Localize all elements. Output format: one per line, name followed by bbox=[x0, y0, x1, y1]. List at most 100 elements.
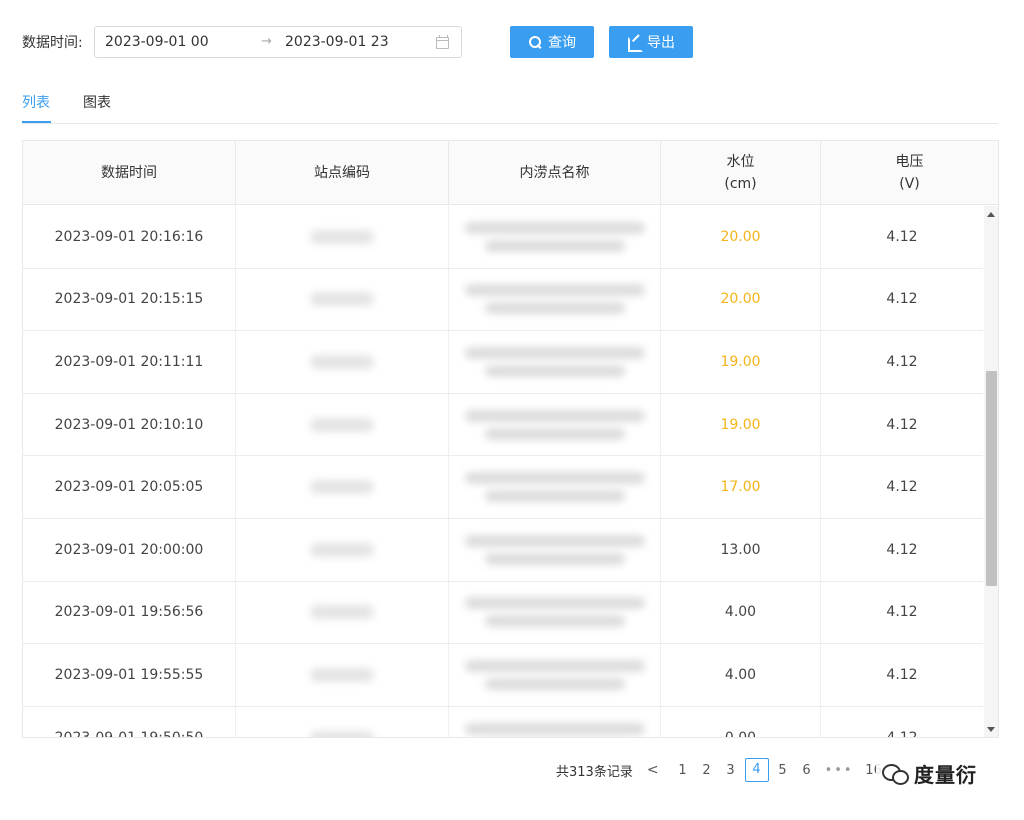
page-5[interactable]: 5 bbox=[771, 763, 795, 778]
redacted-code bbox=[310, 292, 374, 307]
cell-name bbox=[449, 331, 661, 393]
scroll-up-icon[interactable] bbox=[987, 212, 995, 217]
pagination-ellipsis[interactable]: ••• bbox=[825, 763, 854, 778]
tab-chart[interactable]: 图表 bbox=[83, 92, 111, 112]
calendar-icon[interactable] bbox=[436, 35, 449, 49]
page-4-current[interactable]: 4 bbox=[744, 758, 769, 782]
col-header-time[interactable]: 数据时间 bbox=[23, 141, 236, 205]
query-button[interactable]: 查询 bbox=[510, 26, 594, 58]
cell-voltage: 4.12 bbox=[886, 353, 918, 370]
cell-time: 2023-09-01 20:16:16 bbox=[23, 206, 236, 268]
redacted-name bbox=[464, 722, 645, 737]
cell-name bbox=[449, 206, 661, 268]
cell-code bbox=[236, 644, 449, 706]
pagination-total: 共313条记录 bbox=[556, 764, 633, 780]
table-row[interactable]: 2023-09-01 20:15:15 20.00 4.12 bbox=[23, 268, 983, 332]
cell-code bbox=[236, 393, 449, 456]
filter-bar: 数据时间: 2023-09-01 00 → 2023-09-01 23 bbox=[22, 26, 462, 58]
export-button[interactable]: 导出 bbox=[609, 26, 693, 58]
table-row[interactable]: 2023-09-01 19:55:55 4.00 4.12 bbox=[23, 644, 983, 707]
cell-level: 20.00 bbox=[661, 268, 821, 331]
redacted-code bbox=[310, 417, 374, 432]
cell-time: 2023-09-01 19:55:55 bbox=[23, 644, 236, 706]
cell-voltage: 4.12 bbox=[886, 291, 918, 308]
page-6[interactable]: 6 bbox=[795, 763, 819, 778]
start-date-input[interactable]: 2023-09-01 00 bbox=[105, 34, 209, 50]
data-table: 数据时间 站点编码 内涝点名称 水位 (cm) 电压 (V) 2023-09-0… bbox=[22, 140, 999, 738]
cell-time: 2023-09-01 20:15:15 bbox=[23, 268, 236, 331]
redacted-code bbox=[310, 542, 374, 557]
redacted-name bbox=[464, 659, 645, 690]
cell-voltage: 4.12 bbox=[886, 729, 918, 738]
query-button-label: 查询 bbox=[548, 35, 576, 51]
cell-voltage: 4.12 bbox=[886, 541, 918, 558]
watermark-text: 度量衍 bbox=[914, 762, 977, 787]
col-header-level-label: 水位 bbox=[726, 154, 755, 170]
table-row[interactable]: 2023-09-01 19:50:50 0.00 4.12 bbox=[23, 706, 983, 738]
end-date-input[interactable]: 2023-09-01 23 bbox=[285, 34, 389, 50]
col-header-voltage-unit: (V) bbox=[899, 176, 920, 192]
cell-level: 19.00 bbox=[661, 331, 821, 393]
cell-code bbox=[236, 331, 449, 393]
view-tabs: 列表 图表 bbox=[22, 88, 998, 124]
cell-level: 0.00 bbox=[661, 706, 821, 737]
table-row[interactable]: 2023-09-01 20:10:10 19.00 4.12 bbox=[23, 393, 983, 457]
cell-name bbox=[449, 519, 661, 581]
redacted-code bbox=[310, 354, 374, 369]
tab-list[interactable]: 列表 bbox=[22, 92, 50, 112]
col-header-code-label: 站点编码 bbox=[314, 165, 370, 181]
cell-time: 2023-09-01 20:10:10 bbox=[23, 393, 236, 456]
wechat-icon bbox=[882, 762, 909, 785]
redacted-name bbox=[464, 409, 645, 440]
date-range-picker[interactable]: 2023-09-01 00 → 2023-09-01 23 bbox=[94, 26, 462, 58]
active-tab-indicator bbox=[22, 121, 51, 123]
table-row[interactable]: 2023-09-01 19:56:56 4.00 4.12 bbox=[23, 581, 983, 645]
table-row[interactable]: 2023-09-01 20:16:16 20.00 4.12 bbox=[23, 206, 983, 269]
pagination: 共313条记录 < 1 2 3 4 5 6 ••• 16 bbox=[556, 758, 886, 782]
cell-time: 2023-09-01 20:05:05 bbox=[23, 456, 236, 518]
search-icon bbox=[528, 35, 542, 49]
table-body: 2023-09-01 20:16:16 20.00 4.12 2023-09-01 2… bbox=[23, 206, 983, 738]
table-row[interactable]: 2023-09-01 20:11:11 19.00 4.12 bbox=[23, 331, 983, 394]
redacted-code bbox=[310, 229, 374, 244]
export-button-label: 导出 bbox=[647, 35, 675, 51]
col-header-level[interactable]: 水位 (cm) bbox=[661, 141, 821, 205]
prev-page-button[interactable]: < bbox=[647, 762, 659, 778]
table-row[interactable]: 2023-09-01 20:05:05 17.00 4.12 bbox=[23, 456, 983, 519]
watermark: 度量衍 bbox=[876, 756, 983, 790]
col-header-name[interactable]: 内涝点名称 bbox=[449, 141, 661, 205]
cell-level: 17.00 bbox=[661, 456, 821, 518]
col-header-voltage-label: 电压 bbox=[895, 154, 924, 170]
cell-name bbox=[449, 456, 661, 518]
cell-code bbox=[236, 519, 449, 581]
cell-time: 2023-09-01 19:56:56 bbox=[23, 581, 236, 644]
cell-level: 13.00 bbox=[661, 519, 821, 581]
table-header: 数据时间 站点编码 内涝点名称 水位 (cm) 电压 (V) bbox=[23, 141, 998, 205]
range-separator: → bbox=[261, 34, 272, 49]
scrollbar-thumb[interactable] bbox=[986, 371, 997, 586]
redacted-name bbox=[464, 597, 645, 628]
redacted-code bbox=[310, 667, 374, 682]
vertical-scrollbar[interactable] bbox=[984, 206, 998, 737]
scroll-down-icon[interactable] bbox=[987, 727, 995, 732]
cell-voltage: 4.12 bbox=[886, 604, 918, 621]
col-header-level-unit: (cm) bbox=[724, 176, 757, 192]
cell-time: 2023-09-01 20:11:11 bbox=[23, 331, 236, 393]
cell-code bbox=[236, 581, 449, 644]
page-2[interactable]: 2 bbox=[695, 763, 719, 778]
col-header-voltage[interactable]: 电压 (V) bbox=[821, 141, 998, 205]
redacted-name bbox=[464, 221, 645, 252]
cell-level: 19.00 bbox=[661, 393, 821, 456]
cell-time: 2023-09-01 20:00:00 bbox=[23, 519, 236, 581]
cell-name bbox=[449, 706, 661, 737]
table-row[interactable]: 2023-09-01 20:00:00 13.00 4.12 bbox=[23, 519, 983, 582]
cell-time: 2023-09-01 19:50:50 bbox=[23, 706, 236, 737]
col-header-code[interactable]: 站点编码 bbox=[236, 141, 449, 205]
redacted-name bbox=[464, 534, 645, 565]
cell-code bbox=[236, 456, 449, 518]
redacted-code bbox=[310, 605, 374, 620]
page-3[interactable]: 3 bbox=[719, 763, 743, 778]
page-1[interactable]: 1 bbox=[671, 763, 695, 778]
filter-label: 数据时间: bbox=[22, 35, 83, 51]
cell-voltage: 4.12 bbox=[886, 416, 918, 433]
